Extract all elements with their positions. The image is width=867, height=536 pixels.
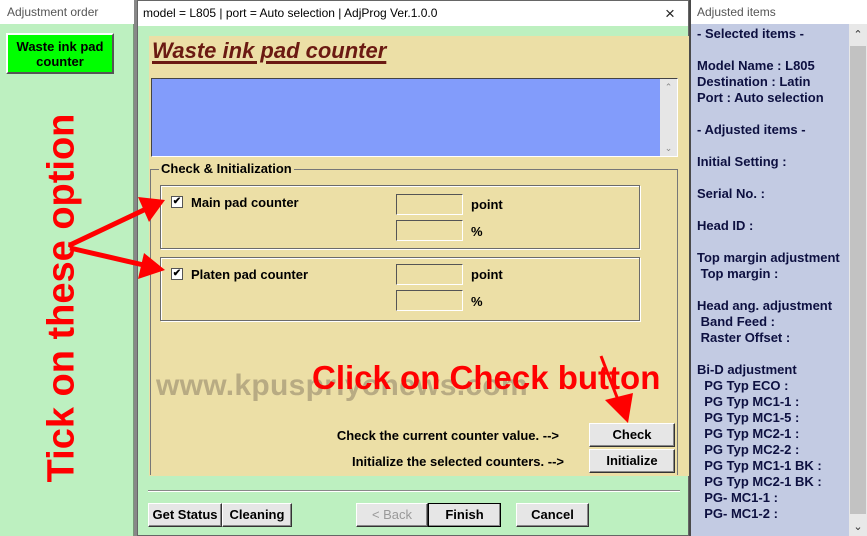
check-hint: Check the current counter value. -->	[336, 428, 559, 443]
adjusted-item-line: PG Typ MC2-2 :	[697, 442, 800, 457]
waste-ink-item-line1: Waste ink pad	[16, 39, 104, 54]
adjusted-item-line: PG Typ MC1-5 :	[697, 410, 800, 425]
adjusted-items-title: Adjusted items	[691, 0, 867, 24]
waste-ink-dialog: model = L805 | port = Auto selection | A…	[137, 0, 689, 536]
adjusted-item-line: PG Typ MC2-1 :	[697, 426, 800, 441]
platen-pad-label[interactable]: Platen pad counter	[191, 267, 308, 282]
adjusted-item-line: Bi-D adjustment	[697, 362, 797, 377]
check-button[interactable]: Check	[589, 423, 675, 447]
main-pad-counter-box: ✔ Main pad counter point %	[160, 185, 640, 249]
adjusted-item-line: PG- MC1-1 :	[697, 490, 778, 505]
adjusted-item-line: Band Feed :	[697, 314, 776, 329]
scroll-up-icon[interactable]: ⌃	[849, 28, 867, 41]
adjusted-item-line: Raster Offset :	[697, 330, 791, 345]
waste-ink-item-line2: counter	[36, 54, 84, 69]
dialog-title: model = L805 | port = Auto selection | A…	[138, 1, 688, 26]
adjusted-item-line: PG Typ MC1-1 BK :	[697, 458, 822, 473]
adjustment-order-title: Adjustment order	[0, 0, 134, 24]
initialize-button[interactable]: Initialize	[589, 449, 675, 473]
adjusted-item-line: Top margin :	[697, 266, 779, 281]
adjusted-item-line: PG Typ MC2-1 BK :	[697, 474, 822, 489]
cleaning-button[interactable]: Cleaning	[222, 503, 292, 527]
adjusted-item-line: PG- MC1-2 :	[697, 506, 778, 521]
adjusted-items-scrollbar[interactable]: ⌃ ⌄	[849, 24, 867, 536]
scroll-thumb[interactable]	[850, 46, 866, 514]
adjusted-item-line: Port : Auto selection	[697, 90, 824, 105]
main-pad-checkbox[interactable]: ✔	[171, 196, 183, 208]
adjusted-item-line	[697, 42, 849, 58]
cancel-button[interactable]: Cancel	[516, 503, 589, 527]
adjusted-item-line: PG Typ MC1-1 :	[697, 394, 800, 409]
platen-pad-percent-unit: %	[471, 294, 483, 309]
log-scrollbar[interactable]: ⌃ ⌄	[660, 79, 677, 156]
adjusted-item-line	[697, 170, 849, 186]
platen-pad-point-unit: point	[471, 267, 503, 282]
adjusted-item-line: PG Typ ECO :	[697, 378, 789, 393]
adjusted-item-line: - Adjusted items -	[697, 122, 806, 137]
main-pad-point-unit: point	[471, 197, 503, 212]
adjusted-item-line: Serial No. :	[697, 186, 765, 201]
annotation-tick-text: Tick on these option	[40, 113, 83, 483]
adjusted-item-line	[697, 234, 849, 250]
log-textarea[interactable]: ⌃ ⌄	[151, 78, 678, 157]
adjusted-item-line	[697, 106, 849, 122]
platen-pad-point-field	[396, 264, 463, 285]
main-pad-percent-unit: %	[471, 224, 483, 239]
adjusted-item-line: Head ang. adjustment	[697, 298, 833, 313]
adjusted-item-line: Initial Setting :	[697, 154, 787, 169]
adjusted-item-line: Top margin adjustment	[697, 250, 840, 265]
annotation-click-check: Click on Check button	[312, 359, 661, 396]
adjusted-items-list: - Selected items - Model Name : L805 Dest…	[697, 26, 849, 522]
main-pad-label[interactable]: Main pad counter	[191, 195, 299, 210]
finish-button[interactable]: Finish	[428, 503, 501, 527]
close-icon[interactable]: ×	[658, 3, 682, 25]
initialize-hint: Initialize the selected counters. -->	[351, 454, 564, 469]
footer-separator	[148, 490, 680, 492]
scroll-up-icon[interactable]: ⌃	[660, 82, 677, 93]
main-pad-point-field	[396, 194, 463, 215]
adjusted-item-line	[697, 202, 849, 218]
group-label: Check & Initialization	[159, 161, 294, 176]
adjusted-item-line: Head ID :	[697, 218, 754, 233]
page-title: Waste ink pad counter	[152, 38, 387, 63]
waste-ink-pad-counter-item[interactable]: Waste ink pad counter	[6, 33, 114, 74]
adjusted-item-line	[697, 282, 849, 298]
get-status-button[interactable]: Get Status	[148, 503, 222, 527]
platen-pad-checkbox[interactable]: ✔	[171, 268, 183, 280]
platen-pad-percent-field	[396, 290, 463, 311]
content-panel: Waste ink pad counter ⌃ ⌄ Check & Initia…	[149, 36, 689, 476]
adjusted-item-line: - Selected items -	[697, 26, 804, 41]
adjusted-item-line: Model Name : L805	[697, 58, 815, 73]
back-button: < Back	[356, 503, 428, 527]
scroll-down-icon[interactable]: ⌄	[660, 143, 677, 154]
adjusted-item-line	[697, 138, 849, 154]
scroll-down-icon[interactable]: ⌄	[849, 520, 867, 533]
adjusted-items-window: Adjusted items - Selected items - Model …	[689, 0, 867, 536]
annotation-tick-options: Tick on these option	[6, 98, 118, 498]
main-pad-percent-field	[396, 220, 463, 241]
platen-pad-counter-box: ✔ Platen pad counter point %	[160, 257, 640, 321]
adjusted-item-line	[697, 346, 849, 362]
adjusted-item-line: Destination : Latin	[697, 74, 811, 89]
